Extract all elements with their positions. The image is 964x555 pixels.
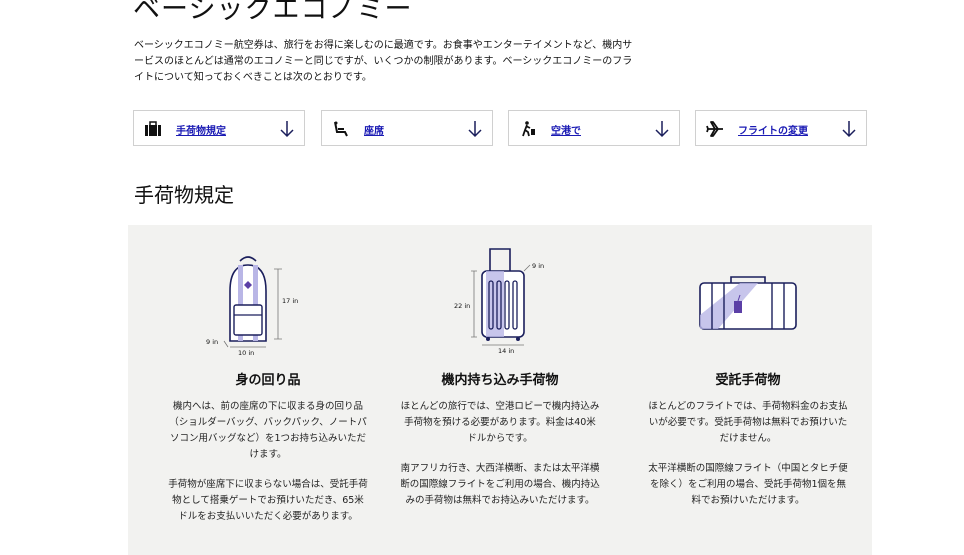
page-title: ベーシックエコノミー	[133, 0, 413, 25]
carry-on-depth: 9 in	[532, 262, 544, 270]
carry-on-paragraph: 南アフリカ行き、大西洋横断、または太平洋横断の国際線フライトをご利用の場合、機内…	[400, 463, 600, 506]
personal-item-height: 17 in	[282, 297, 298, 305]
personal-item-paragraph: 機内へは、前の座席の下に収まる身の回り品（ショルダーバッグ、バックパック、ノート…	[169, 401, 367, 460]
checked-bag-illustration	[699, 276, 797, 330]
arrow-down-icon	[655, 121, 669, 138]
quick-link-baggage[interactable]: 手荷物規定	[133, 110, 305, 146]
intro-text: ベーシックエコノミー航空券は、旅行をお得に楽しむのに最適です。お食事やエンターテ…	[134, 40, 633, 83]
quick-link-label: 手荷物規定	[176, 126, 226, 137]
quick-link-label: フライトの変更	[738, 126, 808, 137]
carry-on-title: 機内持ち込み手荷物	[441, 373, 559, 388]
arrow-down-icon	[468, 121, 482, 138]
baggage-panel: 17 in 9 in 10 in 身の回り品 機内へは、前の座席の下に収まる身の…	[128, 225, 872, 555]
carry-on-height: 22 in	[454, 302, 470, 310]
checked-bag-body: ほとんどのフライトでは、手荷物料金のお支払いが必要です。受託手荷物は無料でお預け…	[648, 399, 848, 523]
arrow-down-icon	[280, 121, 294, 138]
airplane-icon	[706, 121, 723, 137]
quick-link-seats[interactable]: 座席	[321, 110, 493, 146]
quick-links: 手荷物規定 座席 空港で フライトの変更	[133, 110, 867, 148]
quick-link-label: 空港で	[551, 126, 581, 137]
personal-item-body: 機内へは、前の座席の下に収まる身の回り品（ショルダーバッグ、バックパック、ノート…	[168, 399, 368, 539]
backpack-illustration: 17 in 9 in 10 in	[206, 256, 298, 357]
quick-link-flight-change[interactable]: フライトの変更	[695, 110, 867, 146]
luggage-icon	[145, 121, 161, 136]
personal-item-title: 身の回り品	[235, 373, 301, 388]
seat-icon	[334, 121, 348, 137]
quick-link-airport[interactable]: 空港で	[508, 110, 680, 146]
arrow-down-icon	[842, 121, 856, 138]
traveler-icon	[522, 121, 535, 137]
carry-on-width: 14 in	[498, 347, 514, 355]
carry-on-paragraph: ほとんどの旅行では、空港ロビーで機内持込み手荷物を預ける必要があります。料金は4…	[400, 401, 600, 444]
quick-link-label: 座席	[364, 126, 384, 137]
personal-item-depth: 9 in	[206, 338, 218, 346]
baggage-section-heading: 手荷物規定	[134, 183, 234, 207]
personal-item-width: 10 in	[238, 349, 254, 357]
suitcase-illustration: 22 in 9 in 14 in	[454, 248, 544, 355]
personal-item-paragraph: 手荷物が座席下に収まらない場合は、受託手荷物として搭乗ゲートでお預けいただき、6…	[168, 479, 368, 522]
carry-on-body: ほとんどの旅行では、空港ロビーで機内持込み手荷物を預ける必要があります。料金は4…	[400, 399, 600, 523]
checked-bag-paragraph: 太平洋横断の国際線フライト（中国とタヒチ便を除く）をご利用の場合、受託手荷物1個…	[648, 463, 848, 506]
checked-bag-paragraph: ほとんどのフライトでは、手荷物料金のお支払いが必要です。受託手荷物は無料でお預け…	[648, 401, 848, 444]
checked-bag-title: 受託手荷物	[715, 373, 781, 388]
